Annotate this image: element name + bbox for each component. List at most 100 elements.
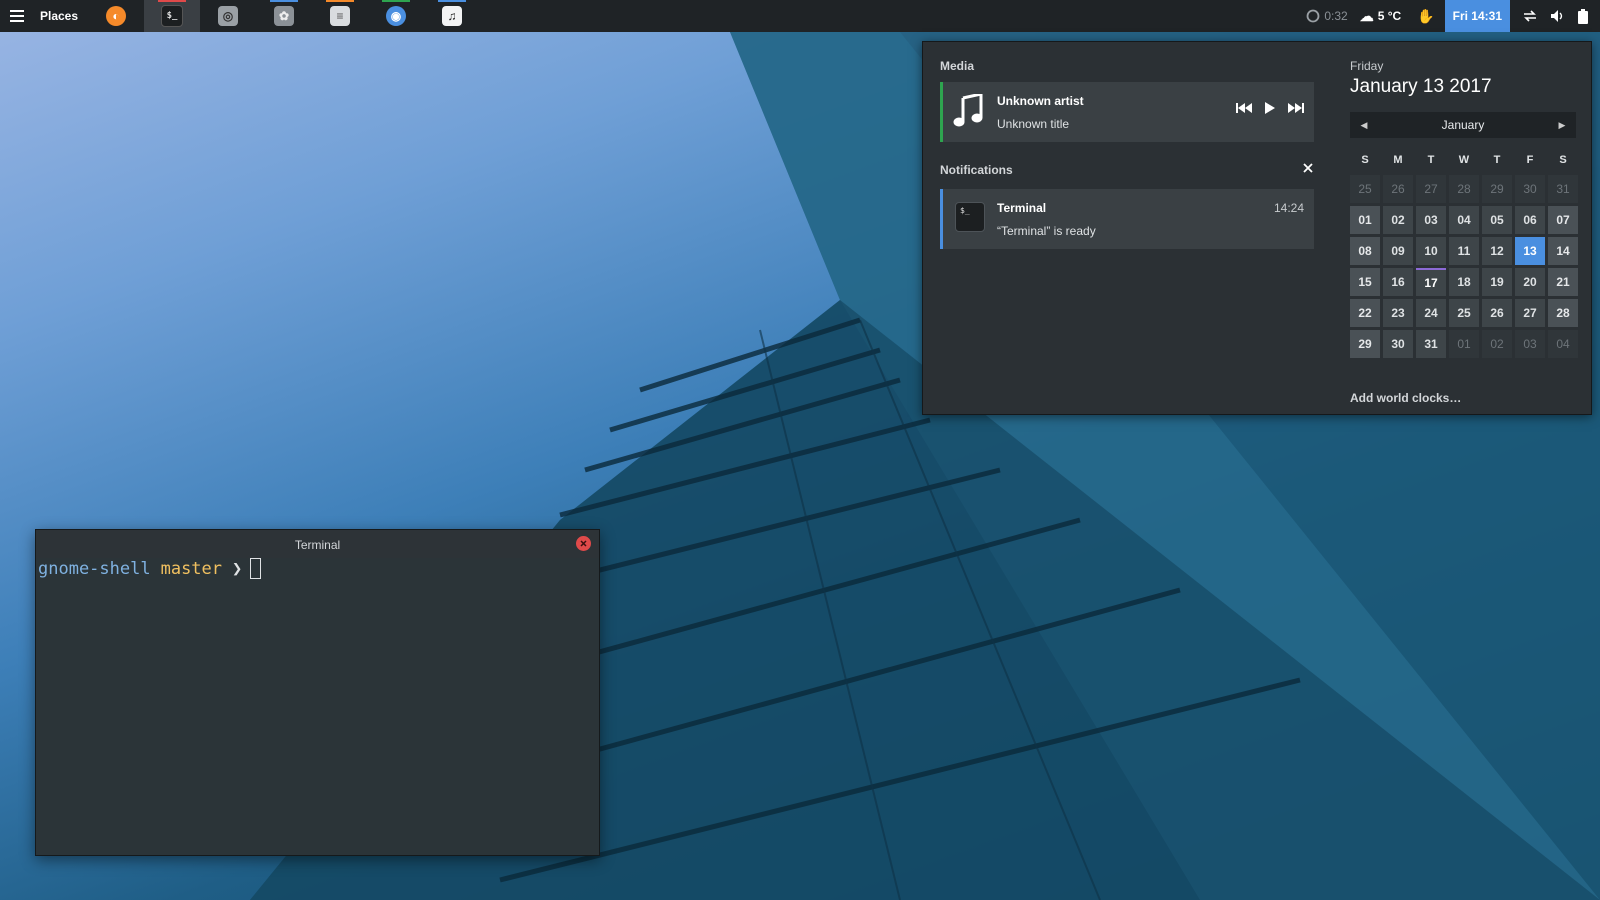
calendar-day[interactable]: 06	[1515, 206, 1545, 234]
prompt-symbol: ❯	[232, 558, 243, 579]
calendar-day[interactable]: 28	[1449, 175, 1479, 203]
calendar-day[interactable]: 25	[1350, 175, 1380, 203]
calendar-day[interactable]: 20	[1515, 268, 1545, 296]
calendar-day[interactable]: 09	[1383, 237, 1413, 265]
launcher-firefox[interactable]: ◐	[88, 0, 144, 32]
running-indicator	[158, 0, 187, 2]
calendar-day[interactable]: 31	[1548, 175, 1578, 203]
next-track-button[interactable]	[1288, 102, 1304, 114]
calendar-day[interactable]: 26	[1482, 299, 1512, 327]
places-menu[interactable]: Places	[34, 9, 88, 23]
calendar-day[interactable]: 19	[1482, 268, 1512, 296]
weekday-header: T	[1427, 154, 1435, 166]
calendar-day[interactable]: 11	[1449, 237, 1479, 265]
calendar-day[interactable]: 03	[1515, 330, 1545, 358]
terminal-prompt-line[interactable]: gnome-shell master ❯	[38, 558, 262, 579]
notification-app-name: Terminal	[997, 201, 1047, 215]
photos-icon: ✿	[274, 6, 295, 26]
weekday-header: M	[1393, 154, 1403, 166]
network-indicator[interactable]	[1510, 0, 1544, 32]
calendar-day[interactable]: 30	[1515, 175, 1545, 203]
calendar-day[interactable]: 16	[1383, 268, 1413, 296]
calendar-day[interactable]: 23	[1383, 299, 1413, 327]
disk-icon: ◎	[218, 6, 239, 26]
calendar-day[interactable]: 03	[1416, 206, 1446, 234]
calendar-grid: S M T W T F S 25 26 27 28 29 30 31 01 02 03 04 05 06 07 08 09 1…	[1350, 148, 1578, 358]
calendar-day[interactable]: 26	[1383, 175, 1413, 203]
timer-indicator[interactable]: 0:32	[1300, 0, 1353, 32]
add-world-clocks-link[interactable]: Add world clocks…	[1350, 391, 1461, 405]
calendar-day[interactable]: 01	[1449, 330, 1479, 358]
music-note-icon	[953, 94, 983, 127]
next-month-button[interactable]: ▶	[1548, 112, 1576, 138]
extension-indicator[interactable]: ✋	[1407, 0, 1444, 32]
battery-indicator[interactable]	[1572, 0, 1600, 32]
clear-notifications-button[interactable]	[1303, 163, 1313, 173]
weekday-header: F	[1526, 154, 1534, 166]
calendar-month-nav: ◀ January ▶	[1350, 112, 1576, 138]
calendar-day[interactable]: 29	[1482, 175, 1512, 203]
notification-item[interactable]: $_ Terminal 14:24 “Terminal” is ready	[940, 189, 1314, 249]
previous-month-button[interactable]: ◀	[1350, 112, 1378, 138]
calendar-day[interactable]: 14	[1548, 237, 1578, 265]
calendar-day[interactable]: 31	[1416, 330, 1446, 358]
calendar-day-today[interactable]: 13	[1515, 237, 1545, 265]
notifications-section-title: Notifications	[940, 163, 1013, 177]
calendar-day[interactable]: 05	[1482, 206, 1512, 234]
close-window-button[interactable]	[576, 536, 591, 551]
media-section-title: Media	[940, 59, 975, 73]
calendar-day[interactable]: 25	[1449, 299, 1479, 327]
hamburger-icon	[10, 10, 24, 22]
chevron-left-icon: ◀	[1360, 119, 1368, 130]
launcher-disks[interactable]: ◎	[200, 0, 256, 32]
calendar-day[interactable]: 04	[1449, 206, 1479, 234]
network-icon	[1524, 10, 1536, 22]
close-icon	[580, 540, 587, 547]
prompt-directory: gnome-shell	[38, 558, 151, 579]
calendar-day[interactable]: 22	[1350, 299, 1380, 327]
launcher-text-editor[interactable]: ≡	[312, 0, 368, 32]
calendar-date[interactable]: January 13 2017	[1350, 76, 1492, 98]
terminal-window[interactable]: Terminal gnome-shell master ❯	[35, 529, 600, 856]
launcher-music[interactable]: ♫	[424, 0, 480, 32]
top-bar: Places ◐ $_ ◎ ✿ ≡ ◉ ♫ 0:32 ☁ 5 °C ✋ Fri …	[0, 0, 1600, 32]
clock-button[interactable]: Fri 14:31	[1444, 0, 1510, 32]
volume-indicator[interactable]	[1544, 0, 1572, 32]
calendar-day[interactable]: 15	[1350, 268, 1380, 296]
calendar-day[interactable]: 24	[1416, 299, 1446, 327]
calendar-month-label: January	[1441, 118, 1485, 132]
running-indicator	[438, 0, 467, 2]
terminal-title: Terminal	[294, 538, 341, 552]
calendar-day[interactable]: 02	[1383, 206, 1413, 234]
weekday-header: S	[1361, 154, 1369, 166]
launcher-terminal[interactable]: $_	[144, 0, 201, 32]
calendar-day[interactable]: 10	[1416, 237, 1446, 265]
terminal-titlebar[interactable]: Terminal	[36, 530, 599, 558]
weather-cloud-icon: ☁	[1359, 7, 1374, 24]
calendar-popup: Media Unknown artist Unknown title Notif…	[922, 41, 1592, 415]
launcher-photos[interactable]: ✿	[256, 0, 312, 32]
calendar-day[interactable]: 28	[1548, 299, 1578, 327]
calendar-day[interactable]: 12	[1482, 237, 1512, 265]
calendar-day[interactable]: 27	[1515, 299, 1545, 327]
calendar-day[interactable]: 18	[1449, 268, 1479, 296]
terminal-icon: $_	[955, 202, 985, 232]
weather-indicator[interactable]: ☁ 5 °C	[1354, 0, 1407, 32]
calendar-day[interactable]: 30	[1383, 330, 1413, 358]
music-icon: ♫	[442, 6, 463, 26]
previous-track-button[interactable]	[1236, 102, 1252, 114]
play-button[interactable]	[1264, 102, 1276, 114]
calendar-day[interactable]: 29	[1350, 330, 1380, 358]
calendar-day[interactable]: 01	[1350, 206, 1380, 234]
calendar-day[interactable]: 27	[1416, 175, 1446, 203]
calendar-day[interactable]: 17	[1416, 268, 1446, 296]
calendar-day[interactable]: 07	[1548, 206, 1578, 234]
media-player-card[interactable]: Unknown artist Unknown title	[940, 82, 1314, 142]
calendar-day[interactable]: 21	[1548, 268, 1578, 296]
calendar-day[interactable]: 04	[1548, 330, 1578, 358]
calendar-day[interactable]: 08	[1350, 237, 1380, 265]
running-indicator	[382, 0, 411, 2]
activities-menu-button[interactable]	[0, 0, 34, 32]
launcher-chromium[interactable]: ◉	[368, 0, 424, 32]
calendar-day[interactable]: 02	[1482, 330, 1512, 358]
